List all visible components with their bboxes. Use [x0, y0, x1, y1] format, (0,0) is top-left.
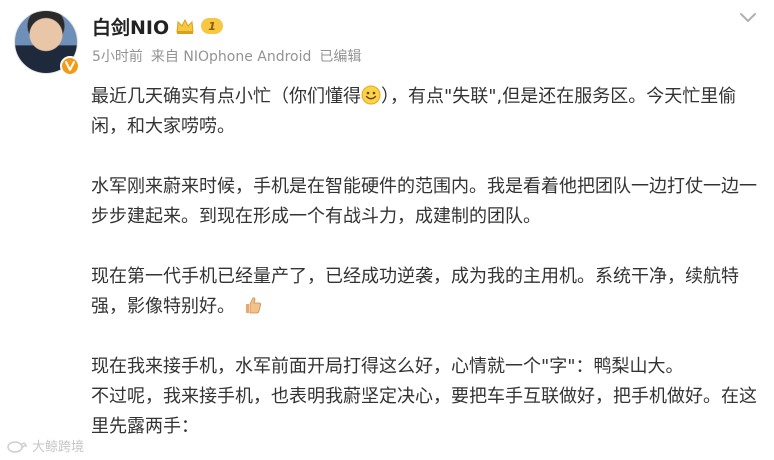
- chevron-down-icon[interactable]: [736, 8, 760, 28]
- post-paragraph-3: 现在第一代手机已经量产了，已经成功逆袭，成为我的主用机。系统干净，续航特强，影像…: [91, 262, 761, 322]
- author-row: 白剑NIO 1: [92, 13, 224, 40]
- post-paragraph-4-line-1: 现在我来接手机，水军前面开局打得这么好，心情就一个"字"：鸭梨山大。: [91, 356, 684, 377]
- post-meta: 5小时前 来自 NIOphone Android 已编辑: [92, 46, 361, 66]
- crown-icon[interactable]: [175, 17, 195, 35]
- post-paragraph-4-line-2: 不过呢，我来接手机，也表明我蔚坚定决心，要把车手互联做好，把手机做好。在这里先露…: [91, 386, 757, 437]
- verified-v-icon: [60, 56, 80, 76]
- post-body: 最近几天确实有点小忙（你们懂得 ），有点"失联",但是还在服务区。今天忙里偷闲，和…: [91, 82, 761, 442]
- level-badge[interactable]: 1: [201, 18, 224, 34]
- post-paragraph-1-part-a: 最近几天确实有点小忙（你们懂得: [91, 86, 361, 107]
- edited-label[interactable]: 已编辑: [319, 46, 361, 66]
- thumbs-up-emoji-icon: [243, 295, 263, 315]
- watermark-text: 大鲸跨境: [32, 440, 85, 455]
- post-paragraph-3-text: 现在第一代手机已经量产了，已经成功逆袭，成为我的主用机。系统干净，续航特强，影像…: [91, 266, 739, 317]
- watermark: 大鲸跨境: [6, 436, 84, 455]
- author-name[interactable]: 白剑NIO: [92, 13, 169, 40]
- avatar-container[interactable]: [14, 10, 80, 76]
- post-paragraph-2: 水军刚来蔚来时候，手机是在智能硬件的范围内。我是看着他把团队一边打仗一边一步步建…: [91, 176, 757, 227]
- post-paragraph-1: 最近几天确实有点小忙（你们懂得 ），有点"失联",但是还在服务区。今天忙里偷闲，和…: [91, 82, 761, 142]
- smile-emoji-icon: [361, 85, 381, 105]
- watermark-logo-icon: [7, 440, 28, 453]
- post-time[interactable]: 5小时前: [92, 46, 143, 66]
- weibo-post: 白剑NIO 1 5小时前 来自 NIOphone Android 已编辑 最近几…: [0, 0, 774, 460]
- post-source: 来自 NIOphone Android: [150, 49, 312, 65]
